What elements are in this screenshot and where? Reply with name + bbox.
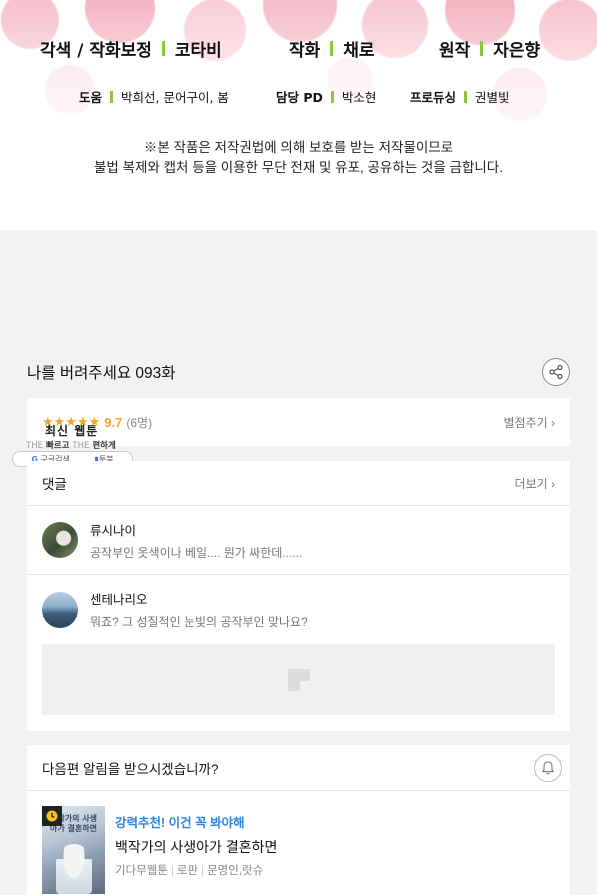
- credit-producing: 프로듀싱 권별빛: [410, 90, 510, 105]
- webtoon-thumbnail: 백작가의 사생아가 결혼하면: [42, 806, 105, 894]
- comment-text: 공작부인 옷색이나 베일.... 뭔가 싸한데......: [90, 545, 303, 560]
- recommend-meta: 기다무웹툰 | 로판 | 문명인,랏슈: [115, 865, 264, 877]
- credit-pd: 담당 PD 박소현: [276, 90, 377, 105]
- avatar: [42, 591, 78, 628]
- comment-item[interactable]: 류시나이 공작부인 옷색이나 베일.... 뭔가 싸한데......: [27, 506, 570, 575]
- ad-title: 최신 웹툰: [45, 424, 99, 438]
- credit-adaptation: 각색 / 작화보정 코타비: [40, 41, 222, 61]
- comments-header: 댓글 더보기 ›: [27, 461, 570, 506]
- episode-header: 나를 버려주세요 093화: [27, 356, 570, 388]
- comment-text: 뭐죠? 그 성질적인 눈빛의 공작부인 맞나요?: [90, 615, 308, 629]
- comments-section: 댓글 더보기 › 류시나이 공작부인 옷색이나 베일.... 뭔가 싸한데...…: [27, 461, 570, 731]
- notify-header: 다음편 알림을 받으시겠습니까?: [27, 745, 570, 791]
- bell-icon: [541, 760, 555, 774]
- comment-item[interactable]: 센테나리오 뭐죠? 그 성질적인 눈빛의 공작부인 맞나요?: [27, 575, 570, 644]
- credit-original: 원작 자은향: [439, 41, 541, 61]
- clock-icon: [46, 810, 58, 822]
- ad-placeholder-icon: [287, 668, 310, 691]
- share-button[interactable]: [542, 358, 570, 386]
- notify-bell-button[interactable]: [534, 753, 562, 782]
- ad-placeholder[interactable]: [42, 644, 555, 715]
- ad-subtitle: THE 빠르고 THE 편하게: [26, 441, 116, 451]
- wait-free-badge: [42, 806, 62, 826]
- credit-art: 작화 채로: [289, 41, 375, 61]
- notify-question: 다음편 알림을 받으시겠습니까?: [42, 761, 219, 777]
- share-icon: [549, 364, 563, 380]
- recommend-tag: 강력추천! 이건 꼭 봐야해: [115, 816, 245, 830]
- rate-button[interactable]: 별점주기 ›: [504, 414, 556, 431]
- recommended-webtoon[interactable]: 백작가의 사생아가 결혼하면 강력추천! 이건 꼭 봐야해 백작가의 사생아가 …: [42, 806, 277, 894]
- copyright-notice: ※본 작품은 저작권법에 의해 보호를 받는 저작물이므로 불법 복제와 캡처 …: [94, 140, 503, 175]
- comments-more-link[interactable]: 더보기 ›: [515, 475, 555, 492]
- credit-assist: 도움 박희선, 문어구이, 봄: [79, 90, 229, 105]
- recommend-title: 백작가의 사생아가 결혼하면: [115, 839, 278, 855]
- credits-banner: 각색 / 작화보정 코타비 작화 채로 원작 자은향 도움 박희선, 문어구이, 봄 담…: [0, 0, 597, 230]
- avatar: [42, 522, 78, 558]
- comments-title: 댓글: [42, 477, 67, 492]
- episode-title: 나를 버려주세요 093화: [27, 365, 176, 382]
- comment-author: 센테나리오: [90, 593, 148, 607]
- comment-author: 류시나이: [90, 523, 137, 538]
- notify-section: 다음편 알림을 받으시겠습니까? 백작가의 사생아가 결혼하면 강력추천! 이건…: [27, 745, 570, 895]
